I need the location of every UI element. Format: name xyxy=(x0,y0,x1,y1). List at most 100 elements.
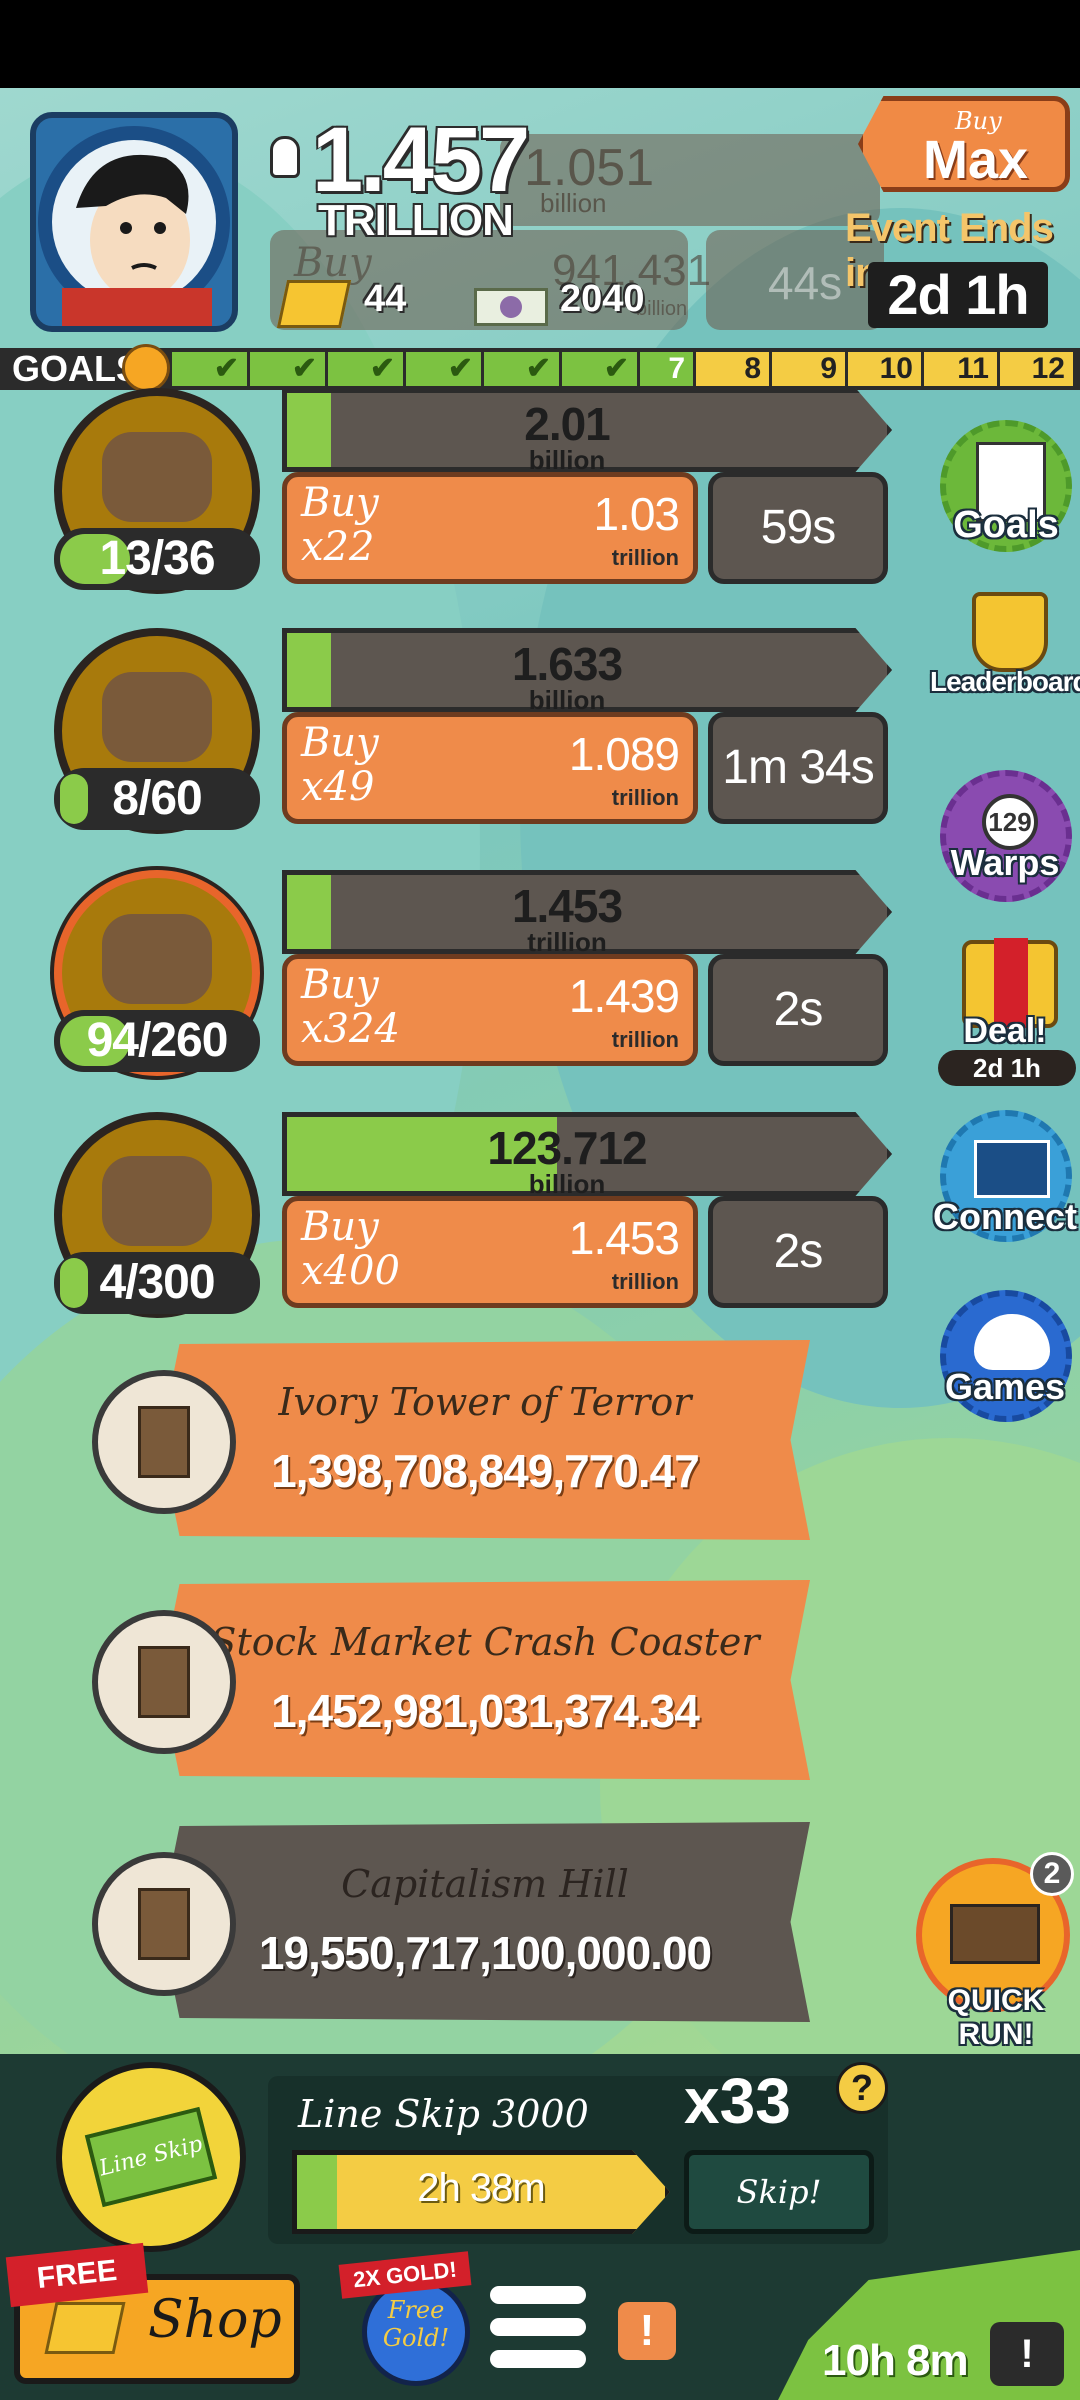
warps-label: Warps xyxy=(950,842,1060,883)
investment-amount: 19,550,717,100,000.00 xyxy=(258,1927,712,1979)
help-button[interactable]: ? xyxy=(836,2062,888,2114)
buy-label: Buy xyxy=(301,1204,379,1250)
goal-cell-complete: ✔ xyxy=(562,352,640,386)
gift-icon xyxy=(122,344,170,392)
buy-cost: 1.03 xyxy=(593,488,680,540)
investment-name: Capitalism Hill xyxy=(341,1862,629,1906)
buy-button[interactable]: Buy x324 1.439 trillion xyxy=(282,954,698,1066)
business-count-text: 4/300 xyxy=(99,1256,215,1309)
status-bar xyxy=(0,0,1080,88)
business-count-text: 8/60 xyxy=(112,772,202,825)
deal-timer: 2d 1h xyxy=(938,1050,1076,1086)
buy-quantity: x400 xyxy=(301,1248,400,1294)
skip-button[interactable]: Skip! xyxy=(684,2150,874,2234)
checkmark-icon: ✔ xyxy=(525,352,551,385)
goals-label: GOALS xyxy=(12,348,141,389)
checkmark-icon: ✔ xyxy=(447,352,473,385)
quick-run-label: QUICK RUN! xyxy=(947,1984,1045,2051)
alert-button[interactable]: ! xyxy=(618,2302,676,2360)
deal-label: Deal! xyxy=(963,1012,1047,1050)
investment-amount: 1,452,981,031,374.34 xyxy=(271,1685,700,1737)
buy-button[interactable]: Buy x22 1.03 trillion xyxy=(282,472,698,584)
business-timer[interactable]: 59s xyxy=(708,472,888,584)
zoo-cage-icon xyxy=(102,914,212,1004)
megabucks-icon xyxy=(474,288,548,326)
buy-quantity: x324 xyxy=(301,1006,400,1052)
business-progress-value: 1.453 xyxy=(511,880,623,932)
buy-label: Buy xyxy=(301,962,379,1008)
drumstick-icon xyxy=(102,672,212,762)
tv-icon[interactable]: ! xyxy=(990,2322,1064,2386)
leaderboard-label: Leaderboard xyxy=(930,666,1080,697)
player-avatar[interactable] xyxy=(30,112,238,332)
character-portrait-icon xyxy=(38,126,230,326)
ghost-timer-text: 44s xyxy=(768,257,843,309)
goal-cell-complete: ✔ xyxy=(484,352,562,386)
goal-cell-complete: ✔ xyxy=(172,352,250,386)
buy-button[interactable]: Buy x400 1.453 trillion xyxy=(282,1196,698,1308)
buy-button[interactable]: Buy x49 1.089 trillion xyxy=(282,712,698,824)
buy-cost: 1.089 xyxy=(568,728,680,780)
line-skip-title: Line Skip 3000 xyxy=(298,2092,589,2136)
business-count: 4/300 xyxy=(54,1252,260,1314)
megabucks-count: 2040 xyxy=(560,278,645,320)
gold-icon xyxy=(44,2302,126,2354)
investment-ribbon[interactable]: Ivory Tower of Terror 1,398,708,849,770.… xyxy=(160,1340,810,1540)
gold-bars-icon xyxy=(276,280,352,328)
business-timer[interactable]: 1m 34s xyxy=(708,712,888,824)
tv-ad-timer: 10h 8m xyxy=(822,2336,969,2385)
buy-cost-unit: trillion xyxy=(611,1027,679,1052)
buy-max-button[interactable]: Buy Max xyxy=(858,96,1070,192)
line-skip-multiplier: x33 xyxy=(684,2065,791,2137)
investment-ribbon[interactable]: Capitalism Hill 19,550,717,100,000.00 xyxy=(160,1822,810,2022)
money-unit: TRILLION xyxy=(318,196,514,245)
butterfly-net-icon xyxy=(102,1156,212,1246)
investment-name: Stock Market Crash Coaster xyxy=(210,1620,760,1664)
pig-icon xyxy=(974,1314,1050,1370)
business-count-text: 13/36 xyxy=(99,532,215,585)
ghost-unit: billion xyxy=(540,188,607,218)
goal-cell-12: 12 xyxy=(1000,352,1076,386)
business-count: 94/260 xyxy=(54,1010,260,1072)
line-skip-icon[interactable]: Line Skip xyxy=(56,2062,246,2252)
goal-cell-complete: ✔ xyxy=(406,352,484,386)
buy-cost-unit: trillion xyxy=(611,1269,679,1294)
goals-side-label: Goals xyxy=(953,504,1059,546)
shop-label: Shop xyxy=(148,2290,282,2350)
buy-label: Buy xyxy=(301,480,379,526)
trophy-icon[interactable] xyxy=(972,592,1048,672)
line-skip-time: 2h 38m xyxy=(417,2166,545,2210)
checkmark-icon: ✔ xyxy=(291,352,317,385)
business-count: 13/36 xyxy=(54,528,260,590)
buy-label: Buy xyxy=(301,720,379,766)
goal-cell-complete: ✔ xyxy=(328,352,406,386)
business-progress-bar: 2.01 billion xyxy=(282,388,892,472)
business-progress-value: 2.01 xyxy=(524,398,611,450)
goal-cell-8: 8 xyxy=(696,352,772,386)
line-skip-ticket: Line Skip xyxy=(84,2106,218,2208)
investment-name: Ivory Tower of Terror xyxy=(278,1380,692,1424)
business-timer[interactable]: 2s xyxy=(708,1196,888,1308)
event-timer: 2d 1h xyxy=(868,262,1048,328)
buy-cost: 1.453 xyxy=(568,1212,680,1264)
business-progress-value: 123.712 xyxy=(487,1122,647,1174)
connect-label: Connect xyxy=(933,1196,1077,1237)
business-timer[interactable]: 2s xyxy=(708,954,888,1066)
business-count-fill xyxy=(60,1258,88,1308)
coaster-icon xyxy=(92,1610,236,1754)
investment-ribbon[interactable]: Stock Market Crash Coaster 1,452,981,031… xyxy=(160,1580,810,1780)
business-progress-value: 1.633 xyxy=(511,638,623,690)
message-bottle-icon xyxy=(102,432,212,522)
checkmark-icon: ✔ xyxy=(213,352,239,385)
goal-cell-11: 11 xyxy=(924,352,1000,386)
goal-cell-7: 7 xyxy=(640,352,696,386)
goal-cell-complete: ✔ xyxy=(250,352,328,386)
cards-icon xyxy=(974,1140,1050,1198)
hamburger-menu-icon[interactable] xyxy=(490,2286,586,2376)
goal-cell-10: 10 xyxy=(848,352,924,386)
capitalism-hill-icon xyxy=(92,1852,236,1996)
buy-quantity: x49 xyxy=(301,764,375,810)
business-count-text: 94/260 xyxy=(86,1014,229,1067)
business-progress-bar: 123.712 billion xyxy=(282,1112,892,1196)
checkmark-icon: ✔ xyxy=(369,352,395,385)
